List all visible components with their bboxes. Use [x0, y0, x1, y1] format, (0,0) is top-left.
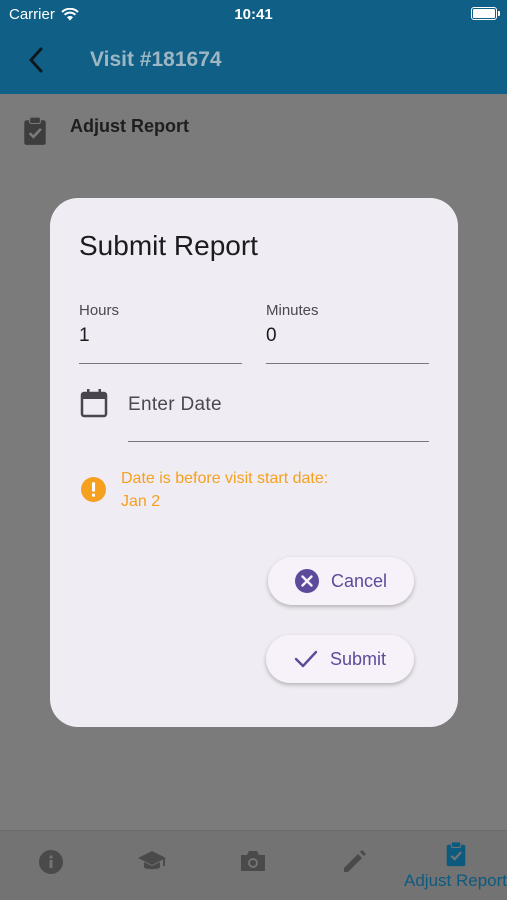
- clipboard-check-icon: [446, 841, 465, 867]
- nav-item-photos[interactable]: [202, 831, 303, 900]
- date-placeholder: Enter Date: [128, 394, 222, 415]
- back-button[interactable]: [20, 44, 52, 76]
- cancel-circle-icon: [294, 569, 319, 593]
- date-input[interactable]: Enter Date: [128, 386, 429, 442]
- hours-field[interactable]: Hours 1: [79, 302, 242, 364]
- graduation-cap-icon: [137, 851, 166, 870]
- bottom-navigation: Adjust Report: [0, 830, 507, 900]
- nav-item-info[interactable]: [0, 831, 101, 900]
- section-label: Adjust Report: [70, 116, 189, 136]
- minutes-label: Minutes: [266, 302, 319, 319]
- nav-item-notes[interactable]: [303, 831, 404, 900]
- clock: 10:41: [234, 6, 273, 23]
- hours-label: Hours: [79, 302, 120, 319]
- app-bar: Visit #181674: [0, 28, 507, 94]
- cancel-button[interactable]: Cancel: [268, 557, 414, 605]
- cancel-label: Cancel: [330, 570, 388, 591]
- nav-label-adjust-report: Adjust Report: [404, 871, 507, 890]
- battery-icon: [471, 7, 500, 20]
- check-icon: [294, 650, 318, 668]
- date-row: Enter Date: [79, 386, 429, 442]
- date-underline: [128, 440, 429, 442]
- nav-item-training[interactable]: [101, 831, 202, 900]
- warning-icon: [81, 477, 106, 502]
- dialog-title: Submit Report: [79, 230, 258, 261]
- submit-label: Submit: [329, 648, 387, 669]
- minutes-field[interactable]: Minutes 0: [266, 302, 429, 364]
- chevron-left-icon: [29, 47, 43, 73]
- minutes-underline: [266, 362, 429, 364]
- page-title: Visit #181674: [90, 48, 222, 71]
- calendar-icon[interactable]: [79, 388, 109, 418]
- hours-underline: [79, 362, 242, 364]
- clipboard-check-icon: [24, 116, 46, 145]
- warning-line-2: Jan 2: [121, 493, 161, 510]
- pencil-icon: [343, 850, 366, 872]
- warning-line-1: Date is before visit start date:: [121, 470, 329, 487]
- submit-button[interactable]: Submit: [266, 635, 414, 683]
- minutes-value[interactable]: 0: [266, 325, 429, 347]
- warning-text: Date is before visit start date: Jan 2: [121, 467, 328, 513]
- camera-icon: [240, 851, 265, 871]
- status-bar: Carrier 10:41: [0, 0, 507, 28]
- info-icon: [38, 850, 63, 874]
- submit-report-dialog: Submit Report Hours 1 Minutes 0 Enter Da…: [50, 198, 458, 727]
- nav-item-adjust-report[interactable]: Adjust Report: [404, 831, 507, 900]
- hours-value[interactable]: 1: [79, 325, 242, 347]
- adjust-report-row: Adjust Report: [22, 116, 189, 146]
